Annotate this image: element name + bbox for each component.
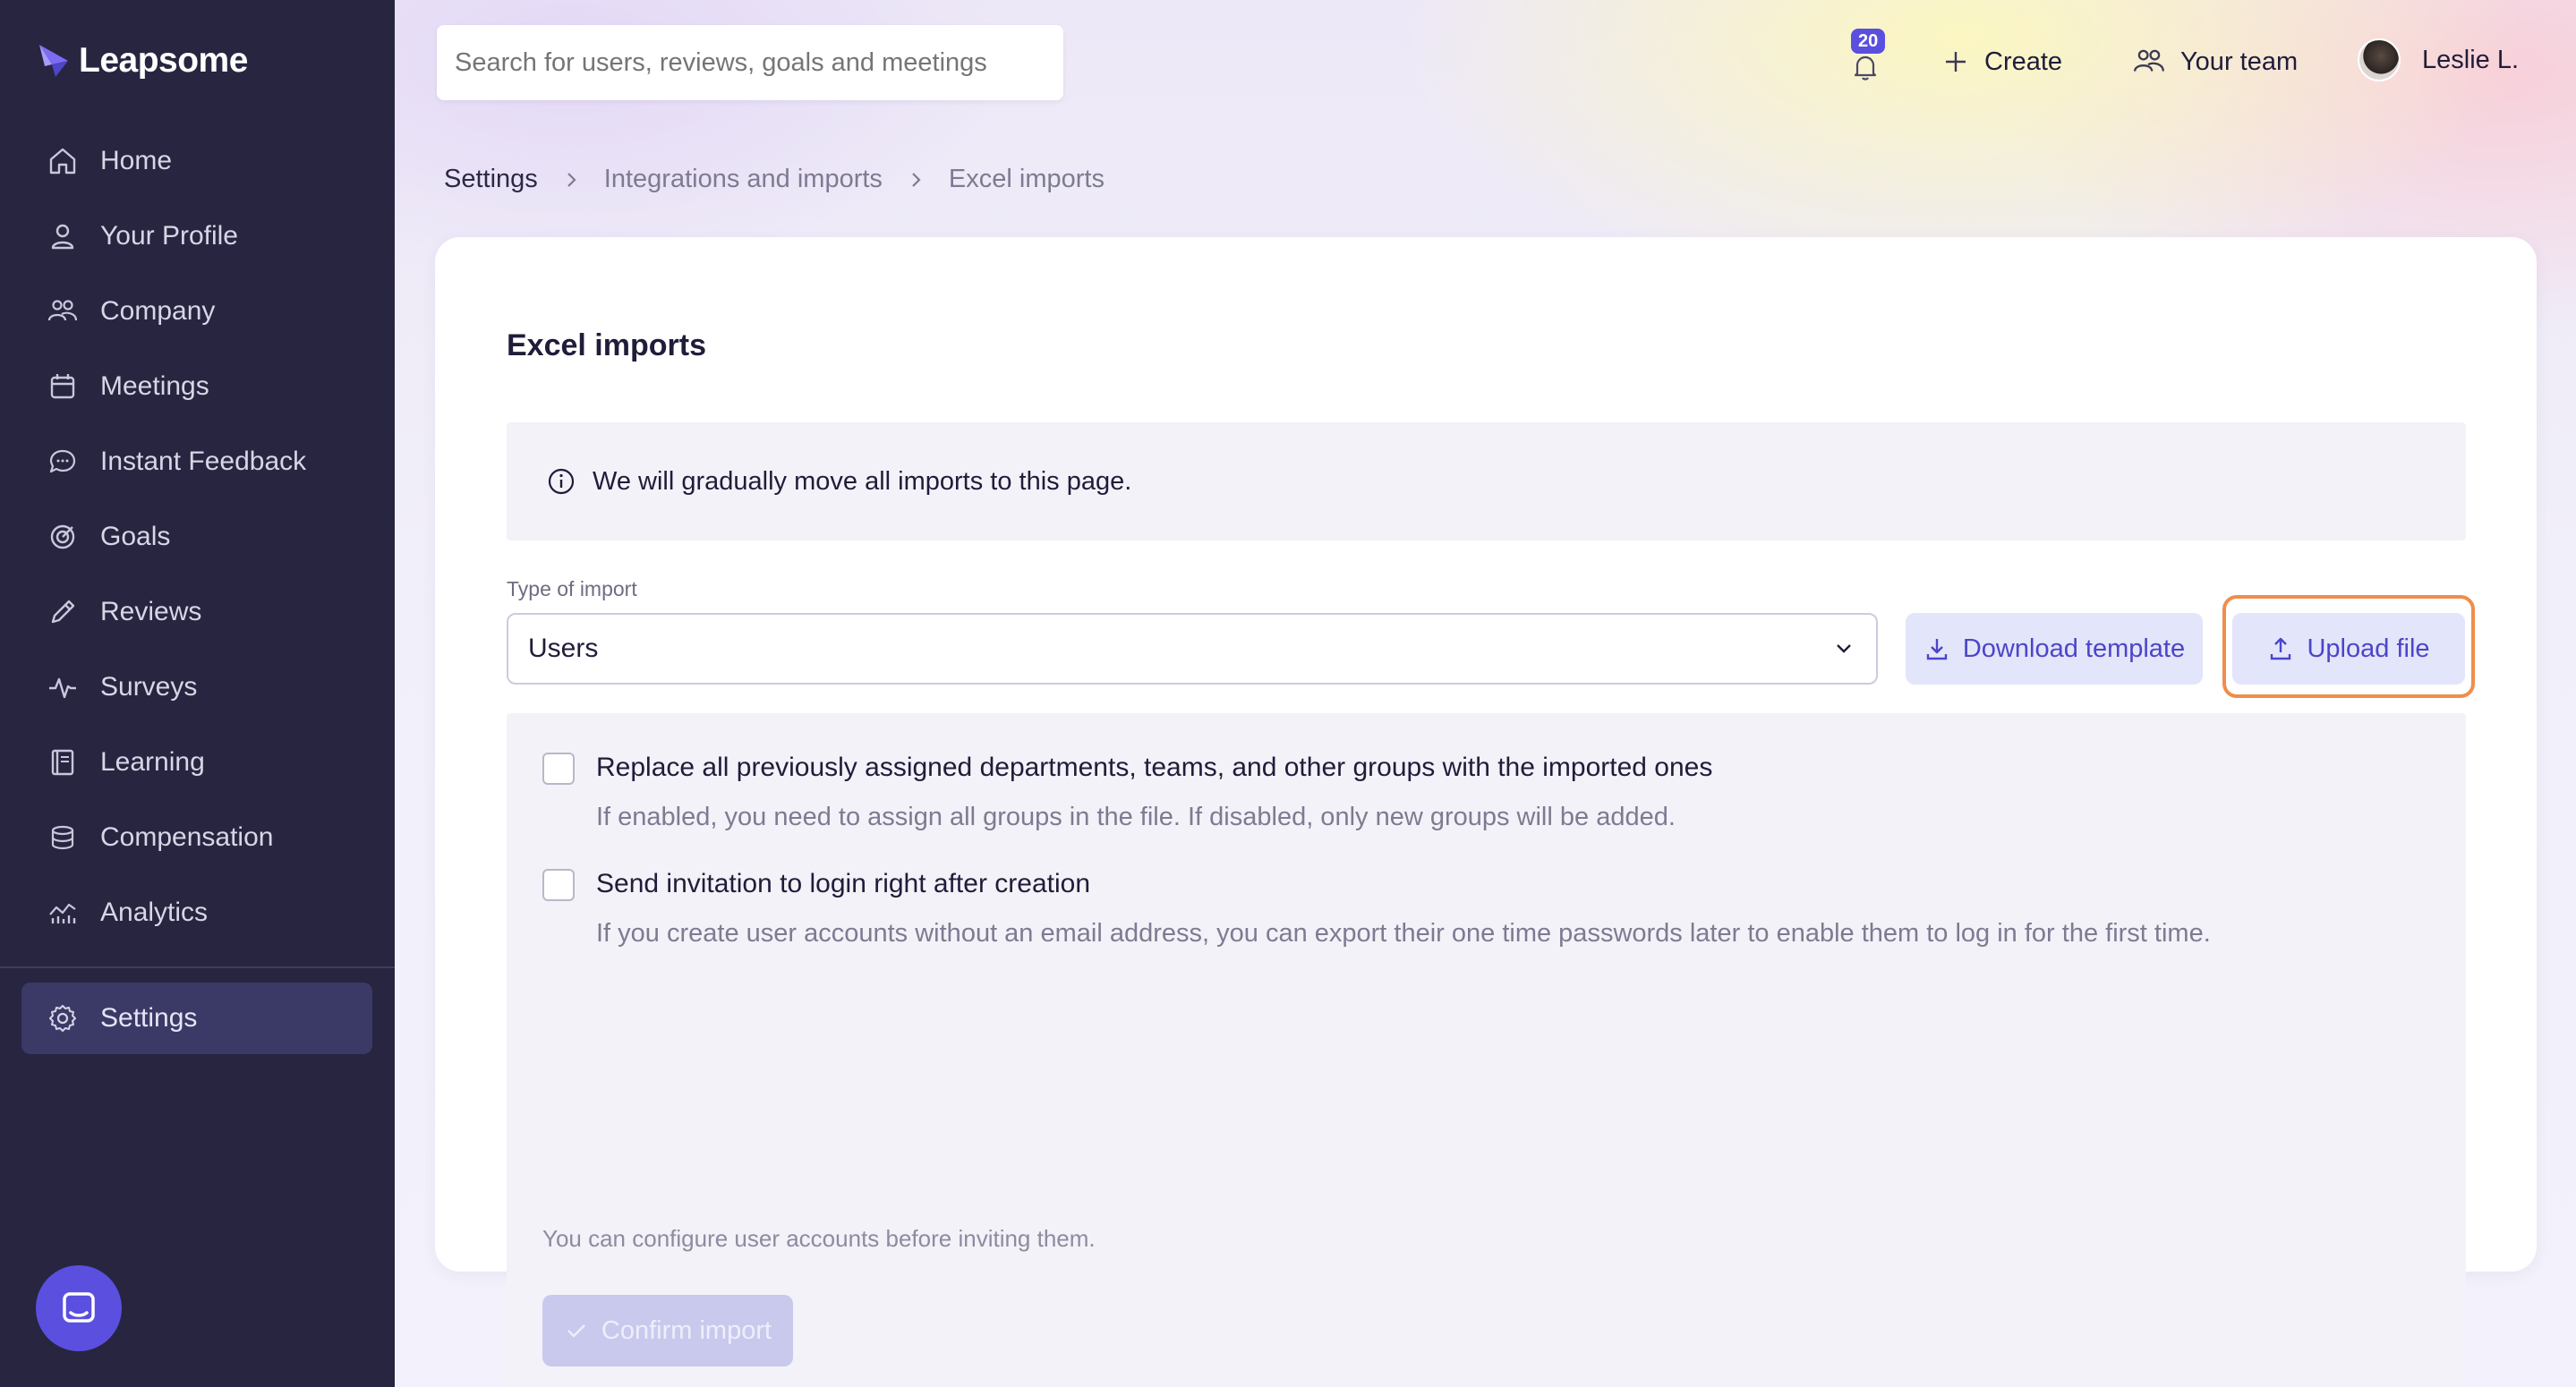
configure-note: You can configure user accounts before i… [542,1225,1096,1252]
replace-groups-checkbox[interactable] [542,753,575,785]
option-description: If you create user accounts without an e… [596,919,2211,948]
leapsome-logo-icon [39,45,68,77]
chat-icon [49,449,76,473]
option-title: Replace all previously assigned departme… [596,753,1713,782]
create-label: Create [1984,47,2063,76]
user-menu[interactable]: Leslie L. [2358,38,2520,81]
create-button[interactable]: Create [1941,41,2062,82]
home-icon [49,148,76,174]
breadcrumb-integrations[interactable]: Integrations and imports [604,165,883,194]
target-icon [50,524,75,549]
sidebar-item-label: Company [100,296,216,326]
pulse-icon [49,677,76,699]
sidebar-item-analytics[interactable]: Analytics [0,875,395,950]
sidebar-item-home[interactable]: Home [0,123,395,199]
gear-icon [49,1005,76,1032]
bell-icon [1854,55,1877,81]
option-description: If enabled, you need to assign all group… [596,803,1676,831]
sidebar-item-reviews[interactable]: Reviews [0,574,395,650]
sidebar-item-label: Instant Feedback [100,447,307,476]
sidebar-item-instant-feedback[interactable]: Instant Feedback [0,424,395,499]
support-chat-button[interactable] [36,1265,122,1351]
coins-icon [51,825,74,850]
sidebar-item-label: Learning [100,747,205,777]
chart-icon [49,903,76,923]
sidebar-item-label: Compensation [100,822,274,852]
sidebar-item-label: Reviews [100,597,202,626]
sidebar-item-compensation[interactable]: Compensation [0,800,395,875]
sidebar-item-label: Home [100,146,173,175]
sidebar-item-label: Goals [100,522,171,551]
breadcrumb: Settings Integrations and imports Excel … [444,165,1105,194]
type-of-import-select[interactable]: Users [507,613,1878,685]
team-icon [2134,49,2164,72]
search-input[interactable] [437,25,1063,100]
excel-imports-card: Excel imports We will gradually move all… [435,237,2537,1387]
sidebar-item-label: Meetings [100,371,209,401]
sidebar-item-learning[interactable]: Learning [0,725,395,800]
main-content: 20 Create Your team Leslie L. Settings I… [395,0,2576,1387]
sidebar-item-label: Your Profile [100,221,238,251]
your-team-button[interactable]: Your team [2132,41,2298,82]
chevron-down-icon [1837,644,1851,653]
import-options-panel: Replace all previously assigned departme… [507,713,2466,1387]
people-icon [47,300,78,321]
confirm-import-label: Confirm import [601,1315,772,1345]
your-team-label: Your team [2180,47,2299,76]
info-text: We will gradually move all imports to th… [593,466,1132,496]
sidebar-item-label: Settings [100,1003,198,1033]
page-title: Excel imports [507,328,706,362]
chevron-right-icon [912,172,921,187]
breadcrumb-settings[interactable]: Settings [444,165,538,194]
app-name: Leapsome [79,41,248,80]
upload-file-label: Upload file [2307,634,2430,663]
breadcrumb-excel-imports: Excel imports [948,165,1105,193]
chevron-right-icon [567,172,576,187]
send-invitation-checkbox[interactable] [542,869,575,901]
chat-support-icon [63,1292,95,1323]
sidebar-item-company[interactable]: Company [0,274,395,349]
info-banner: We will gradually move all imports to th… [507,422,2466,540]
info-icon [548,468,575,495]
sidebar-item-surveys[interactable]: Surveys [0,650,395,725]
type-of-import-label: Type of import [507,577,637,600]
sidebar-item-settings[interactable]: Settings [21,983,372,1054]
user-name: Leslie L. [2422,45,2520,74]
upload-icon [2271,637,2291,660]
calendar-icon [50,374,75,399]
plus-icon [1946,52,1966,72]
sidebar-item-goals[interactable]: Goals [0,499,395,574]
sidebar-item-label: Analytics [100,898,209,927]
avatar [2358,38,2401,81]
pencil-icon [51,600,75,624]
notifications-badge: 20 [1851,29,1886,54]
sidebar-item-label: Surveys [100,672,198,702]
sidebar-divider [0,966,395,968]
leapsome-logo[interactable]: Leapsome [36,41,248,81]
download-template-button[interactable]: Download template [1906,613,2203,685]
user-icon [51,224,74,250]
main-area: 20 Create Your team Leslie L. Settings I… [395,0,2576,1387]
download-template-label: Download template [1962,634,2186,663]
sidebar-item-your-profile[interactable]: Your Profile [0,199,395,274]
sidebar: Leapsome Home Your Profile Company Meeti… [0,0,395,1387]
type-of-import-value: Users [528,634,599,663]
upload-file-button[interactable]: Upload file [2232,613,2465,685]
sidebar-nav: Home Your Profile Company Meetings Insta… [0,123,395,950]
book-icon [51,749,74,776]
check-icon [567,1324,585,1338]
sidebar-item-meetings[interactable]: Meetings [0,349,395,424]
download-icon [1926,639,1948,660]
confirm-import-button[interactable]: Confirm import [542,1295,793,1366]
option-title: Send invitation to login right after cre… [596,869,1090,898]
